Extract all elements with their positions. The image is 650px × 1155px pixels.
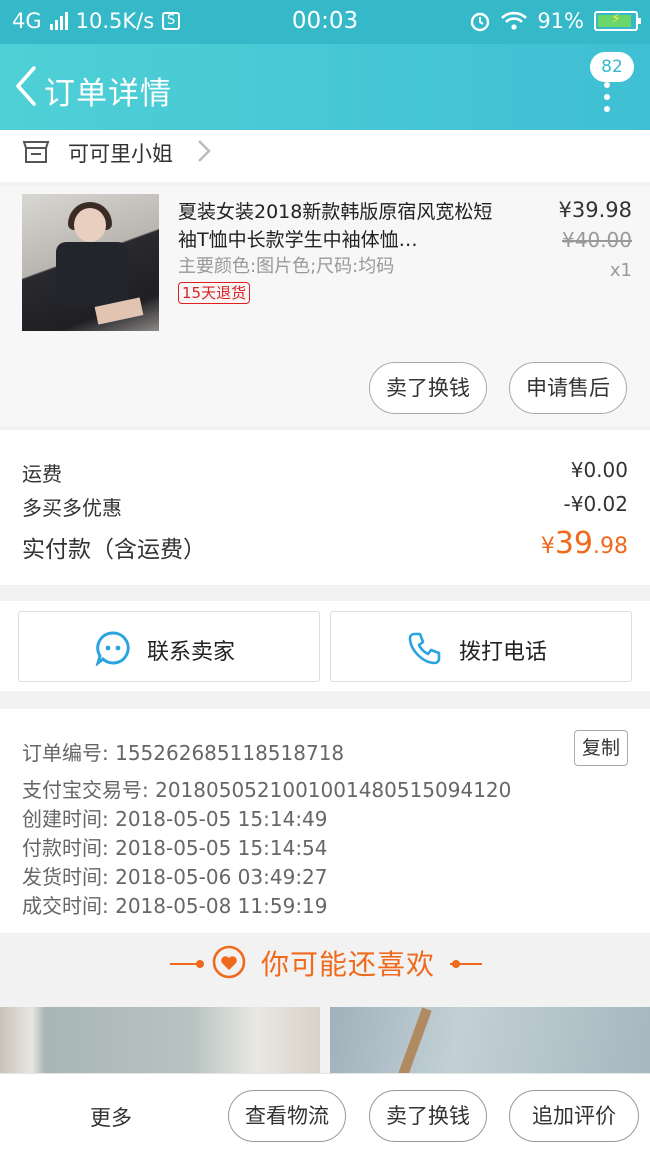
shop-name: 可可里小姐 (68, 142, 173, 166)
wifi-icon (501, 11, 528, 30)
more-dots-icon[interactable] (594, 82, 620, 132)
back-icon[interactable] (12, 64, 42, 108)
logistics-button[interactable]: 查看物流 (228, 1090, 346, 1142)
call-label: 拨打电话 (459, 640, 548, 665)
recommend-title: 你可能还喜欢 (260, 948, 435, 981)
order-number: 订单编号: 1552626851185187​18 (22, 741, 345, 765)
discount-row: 多买多优惠 -¥0.02 (22, 492, 628, 521)
alipay-number: 支付宝交易号: 2018050521001001480515094120 (22, 778, 512, 802)
product-price: ¥39.98 (558, 198, 632, 222)
contact-seller-label: 联系卖家 (147, 640, 236, 665)
message-badge[interactable]: 82 (590, 52, 634, 82)
call-button[interactable]: 拨打电话 (330, 611, 632, 682)
discount-label: 多买多优惠 (22, 496, 122, 520)
bottom-sell-button[interactable]: 卖了换钱 (369, 1090, 487, 1142)
alarm-icon (471, 12, 490, 32)
page-title: 订单详情 (44, 76, 172, 112)
battery-percent: 91% (537, 9, 584, 33)
fee-summary: 运费 ¥0.00 多买多优惠 -¥0.02 实付款（含运费） ¥39.98 (0, 430, 650, 585)
recommend-header: 你可能还喜欢 (0, 933, 650, 1003)
completed-time: 成交时间: 2018-05-08 11:59:19 (22, 894, 328, 918)
add-review-button[interactable]: 追加评价 (509, 1090, 639, 1142)
discount-value: -¥0.02 (563, 492, 628, 516)
shipping-label: 运费 (22, 462, 62, 486)
nav-bar: 订单详情 82 (0, 44, 650, 130)
product-original-price: ¥40.00 (562, 228, 632, 252)
copy-button[interactable]: 复制 (574, 730, 628, 766)
shipping-row: 运费 ¥0.00 (22, 458, 628, 487)
paid-amount: ¥39.98 (540, 526, 628, 561)
shop-icon (22, 141, 50, 163)
shipping-value: ¥0.00 (570, 458, 628, 482)
more-button[interactable]: 更多 (90, 1102, 132, 1132)
chevron-right-icon (198, 140, 211, 162)
paid-row: 实付款（含运费） ¥39.98 (22, 526, 628, 564)
paid-time: 付款时间: 2018-05-05 15:14:54 (22, 836, 328, 860)
created-time: 创建时间: 2018-05-05 15:14:49 (22, 807, 328, 831)
order-info: 订单编号: 1552626851185187​18 复制 支付宝交易号: 201… (0, 709, 650, 933)
recommend-item-right[interactable] (330, 1007, 650, 1077)
product-sku: 主要颜色:图片色;尺码:均码 (178, 256, 395, 277)
shop-row[interactable]: 可可里小姐 (0, 130, 650, 182)
after-sale-button[interactable]: 申请售后 (509, 362, 627, 414)
sell-button[interactable]: 卖了换钱 (369, 362, 487, 414)
product-quantity: x1 (609, 260, 632, 281)
recommend-item-left[interactable] (0, 1007, 320, 1077)
status-bar: 4G 10.5K/s S 00:03 91% ⚡ (0, 0, 650, 44)
battery-icon: ⚡ (594, 11, 641, 31)
goods-card: 夏装女装2018新款韩版原宿风宽松短袖T恤中长款学生中袖体恤… 主要颜色:图片色… (0, 186, 650, 426)
refund-tag: 15天退货 (178, 282, 251, 304)
contact-seller-button[interactable]: 联系卖家 (18, 611, 320, 682)
product-title[interactable]: 夏装女装2018新款韩版原宿风宽松短袖T恤中长款学生中袖体恤… (178, 198, 500, 254)
phone-icon (408, 632, 441, 665)
paid-label: 实付款（含运费） (22, 537, 206, 563)
bottom-bar: 更多 查看物流 卖了换钱 追加评价 (0, 1073, 650, 1155)
chat-icon (95, 631, 130, 666)
contact-section: 联系卖家 拨打电话 (0, 601, 650, 691)
shipped-time: 发货时间: 2018-05-06 03:49:27 (22, 865, 328, 889)
product-thumbnail[interactable] (22, 194, 159, 331)
